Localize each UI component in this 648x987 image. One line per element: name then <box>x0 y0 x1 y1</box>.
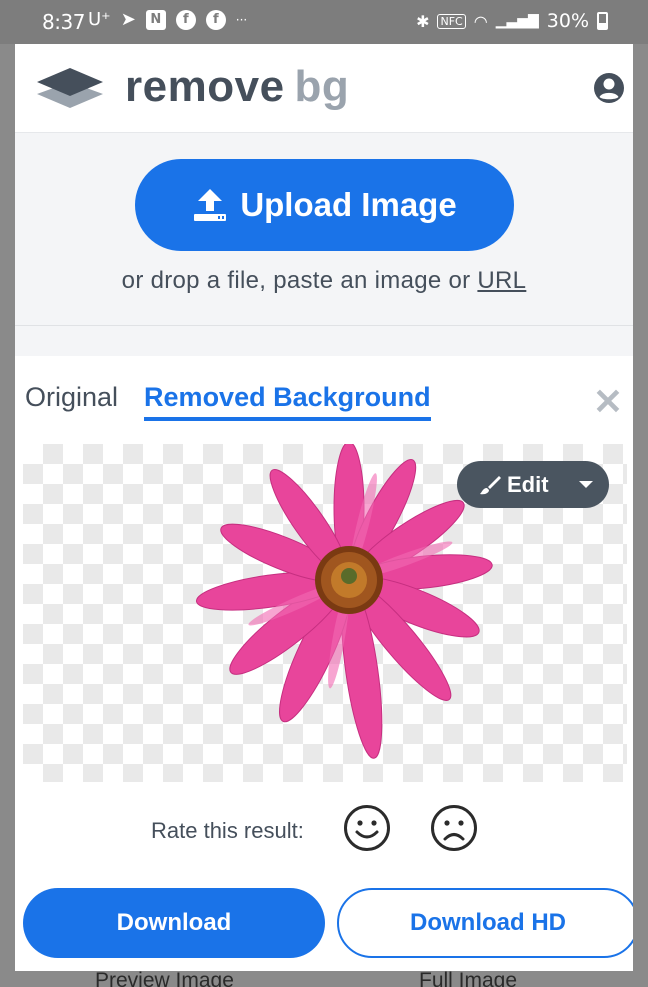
upload-button-label: Upload Image <box>240 186 457 223</box>
account-icon[interactable] <box>593 72 625 104</box>
upload-image-button[interactable]: Upload Image <box>135 159 514 251</box>
upload-icon <box>194 189 227 221</box>
logo-icon[interactable] <box>35 64 105 114</box>
battery-percent: 30% <box>546 10 589 32</box>
edit-label: Edit <box>507 471 549 497</box>
logo-wordmark[interactable]: remove bg <box>125 62 349 112</box>
bluetooth-icon: ✱ <box>416 11 430 31</box>
signal-icon: ▁▃▅▇ <box>495 13 539 29</box>
tab-removed-background[interactable]: Removed Background <box>144 382 431 421</box>
nfc-icon: NFC <box>437 13 466 29</box>
download-captions: Preview Image Full Image <box>0 971 648 987</box>
frown-icon[interactable] <box>430 804 478 852</box>
app-sheet: remove bg Upload Image or drop a file, pa… <box>15 44 633 971</box>
upload-section: Upload Image or drop a file, paste an im… <box>15 133 633 326</box>
battery-icon <box>597 12 608 30</box>
rate-label: Rate this result: <box>151 818 304 843</box>
edit-button[interactable]: Edit <box>457 461 609 508</box>
download-hd-button[interactable]: Download HD <box>337 888 633 958</box>
result-preview: Edit <box>23 444 627 782</box>
result-card: Original Removed Background ✕ Edit Rate … <box>15 356 633 971</box>
status-bar: 8:37 U⁺ ➤ N f f ··· ✱ NFC ◠ ▁▃▅▇ 30% <box>0 0 648 44</box>
carrier-label: U⁺ <box>88 9 111 30</box>
facebook-icon: f <box>175 9 196 30</box>
wifi-icon: ◠ <box>473 11 488 31</box>
logo-word: remove <box>125 62 285 111</box>
status-time: 8:37 <box>42 10 85 34</box>
chevron-down-icon[interactable] <box>579 481 593 488</box>
rating-row: Rate this result: <box>15 804 633 854</box>
telegram-icon: ➤ <box>120 9 136 30</box>
result-tabs: Original Removed Background <box>25 382 431 421</box>
brush-icon <box>480 475 501 494</box>
preview-caption: Preview Image <box>95 971 234 987</box>
drop-hint-text: or drop a file, paste an image or <box>121 267 478 294</box>
download-button[interactable]: Download <box>23 888 325 958</box>
drop-hint: or drop a file, paste an image or URL <box>15 267 633 295</box>
news-icon: N <box>145 9 166 30</box>
header-bar: remove bg <box>15 44 633 133</box>
section-divider <box>15 326 633 356</box>
status-left-icons: U⁺ ➤ N f f ··· <box>88 9 247 30</box>
smiley-icon[interactable] <box>343 804 391 852</box>
tab-original[interactable]: Original <box>25 382 118 421</box>
close-icon[interactable]: ✕ <box>593 384 623 420</box>
status-right-icons: ✱ NFC ◠ ▁▃▅▇ 30% <box>416 10 608 32</box>
more-icon: ··· <box>235 12 248 27</box>
full-caption: Full Image <box>419 971 518 987</box>
url-link[interactable]: URL <box>477 267 526 294</box>
logo-suffix: bg <box>294 62 350 111</box>
facebook-icon: f <box>205 9 226 30</box>
